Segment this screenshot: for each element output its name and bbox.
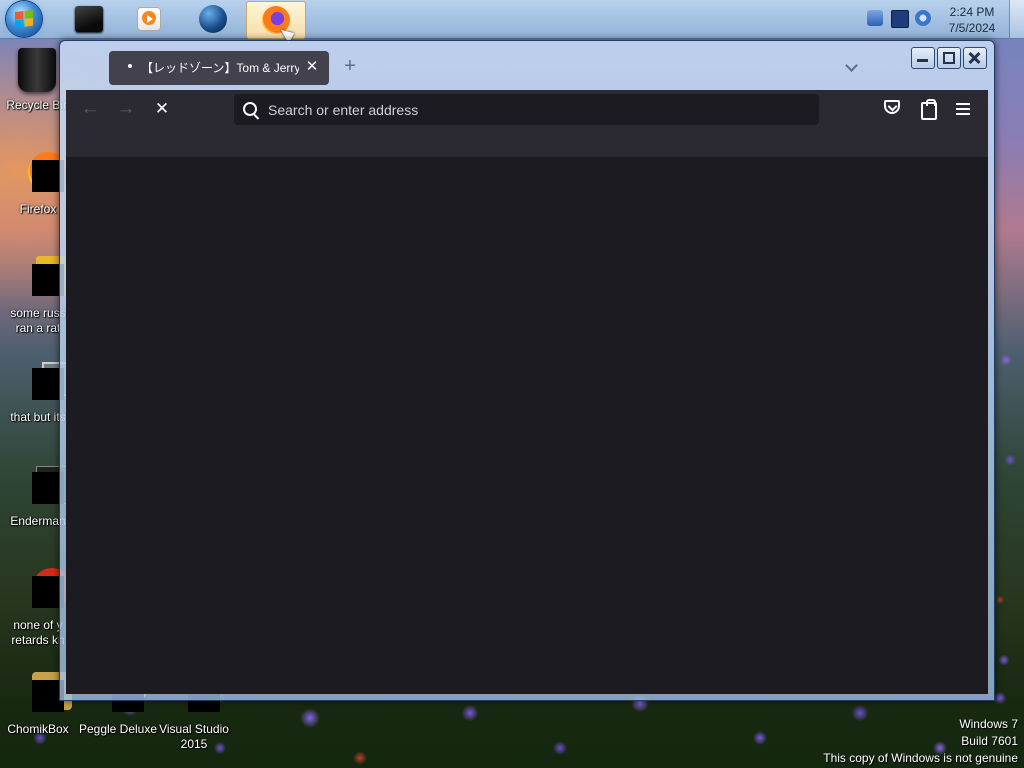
forward-button[interactable]: → <box>116 99 136 120</box>
browser-tab[interactable]: 【レッドゾーン】Tom & Jerry ✕ <box>109 51 329 85</box>
desktop-icon-label: Visual Studio 2015 <box>159 722 229 751</box>
clock-date: 7/5/2024 <box>948 21 996 35</box>
hamburger-menu-icon[interactable] <box>955 100 973 118</box>
watermark-os: Windows 7 <box>959 717 1018 731</box>
desktop-icon-label: Peggle Deluxe <box>78 722 158 736</box>
tab-title: 【レッドゾーン】Tom & Jerry <box>141 61 299 75</box>
search-icon <box>243 102 257 116</box>
tray-volume-icon[interactable] <box>915 10 931 26</box>
tab-close-icon[interactable]: ✕ <box>305 58 319 76</box>
media-player-icon <box>137 7 161 31</box>
taskbar-app-firefox[interactable] <box>246 1 306 39</box>
new-tab-button[interactable]: + <box>340 56 360 77</box>
clock-time: 2:24 PM <box>949 5 995 19</box>
bookmarks-toolbar <box>66 130 988 157</box>
address-bar[interactable] <box>234 94 819 125</box>
chevron-down-icon[interactable] <box>844 58 860 74</box>
watermark-genuine-notice: This copy of Windows is not genuine <box>823 751 1018 765</box>
close-window-button[interactable] <box>963 47 987 69</box>
taskbar-app-black-box[interactable] <box>60 1 118 37</box>
tray-network-icon[interactable] <box>891 10 909 28</box>
extensions-icon[interactable] <box>921 99 937 120</box>
maximize-button[interactable] <box>937 47 961 69</box>
stop-loading-button[interactable]: ✕ <box>152 100 172 120</box>
desktop-icon-label: ChomikBox <box>7 722 69 736</box>
minimize-button[interactable] <box>911 47 935 69</box>
navigation-toolbar: ← → ✕ <box>66 90 988 130</box>
globe-icon <box>199 5 227 33</box>
page-content-area[interactable] <box>66 157 988 694</box>
firefox-window: 【レッドゾーン】Tom & Jerry ✕ + ← → ✕ <box>59 40 995 701</box>
taskbar-clock[interactable]: 2:24 PM 7/5/2024 <box>940 4 1004 36</box>
shortcut-icon <box>14 566 72 614</box>
start-button[interactable] <box>6 1 42 37</box>
taskbar: 2:24 PM 7/5/2024 <box>0 0 1024 44</box>
pocket-icon[interactable] <box>884 100 900 114</box>
black-box-icon <box>75 6 103 32</box>
watermark-build: Build 7601 <box>961 734 1018 748</box>
shortcut-icon <box>14 670 72 718</box>
windows-logo-icon <box>15 10 33 28</box>
back-button[interactable]: ← <box>80 99 100 120</box>
tab-loading-icon <box>128 64 132 68</box>
shortcut-icon <box>14 254 72 302</box>
wallpaper-flowers-right <box>990 300 1024 700</box>
taskbar-app-globe[interactable] <box>184 1 242 37</box>
shortcut-icon <box>14 358 74 406</box>
firefox-icon <box>14 150 68 198</box>
url-input[interactable] <box>266 99 810 121</box>
taskbar-app-media-player[interactable] <box>120 1 178 37</box>
tray-app-icon[interactable] <box>867 10 883 26</box>
recycle-bin-icon <box>14 46 62 94</box>
shortcut-icon <box>14 462 74 510</box>
show-desktop-button[interactable] <box>1009 0 1024 38</box>
windows-watermark: Windows 7 Build 7601 This copy of Window… <box>823 716 1018 767</box>
window-controls <box>909 47 987 69</box>
